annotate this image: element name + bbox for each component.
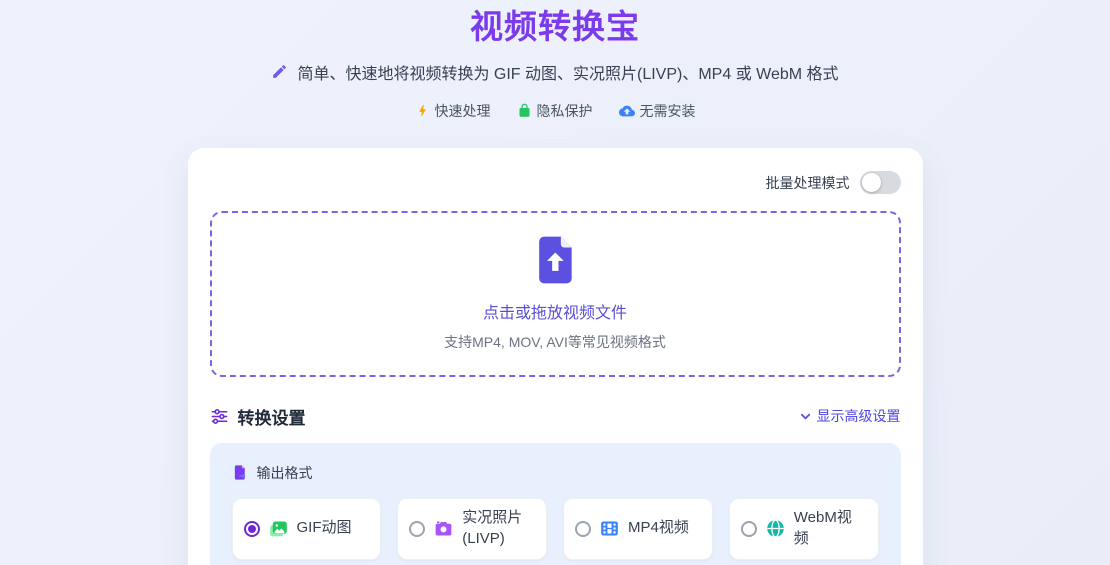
format-option-livp[interactable]: 实况照片 (LIVP) xyxy=(397,497,547,560)
badge-no-install-label: 无需安装 xyxy=(639,102,696,119)
badge-privacy-label: 隐私保护 xyxy=(536,102,593,119)
sliders-icon xyxy=(210,407,229,426)
format-option-mp4[interactable]: MP4视频 xyxy=(563,497,713,560)
format-option-gif[interactable]: GIF动图 xyxy=(231,497,382,560)
file-export-icon xyxy=(232,464,249,481)
badge-privacy: 隐私保护 xyxy=(517,101,593,121)
format-options: GIF动图 实况照片 (LIVP) MP4视频 WebM视频 xyxy=(231,497,879,560)
badge-fast-label: 快速处理 xyxy=(434,102,491,119)
lock-icon xyxy=(517,103,532,118)
batch-mode-row: 批量处理模式 xyxy=(210,170,901,196)
globe-icon xyxy=(765,518,786,539)
file-upload-icon xyxy=(535,235,575,285)
lightning-icon xyxy=(415,103,430,118)
format-label-livp: 实况照片 (LIVP) xyxy=(462,509,523,547)
main-card: 批量处理模式 点击或拖放视频文件 支持MP4, MOV, AVI等常见视频格式 … xyxy=(187,147,923,565)
cloud-upload-icon xyxy=(618,103,635,119)
settings-section-title: 转换设置 xyxy=(237,408,306,428)
dropzone-hint: 支持MP4, MOV, AVI等常见视频格式 xyxy=(444,334,666,351)
dropzone-title: 点击或拖放视频文件 xyxy=(482,305,627,323)
radio-gif[interactable] xyxy=(243,520,260,537)
badge-no-install: 无需安装 xyxy=(618,101,696,121)
image-icon xyxy=(268,518,289,539)
advanced-settings-label: 显示高级设置 xyxy=(816,408,901,425)
output-format-label-row: 输出格式 xyxy=(232,463,879,483)
pencil-icon xyxy=(271,63,288,80)
radio-webm[interactable] xyxy=(740,520,757,537)
chevron-down-icon xyxy=(798,409,813,424)
settings-title-group: 转换设置 xyxy=(210,404,306,429)
toggle-knob xyxy=(861,173,881,193)
camera-icon xyxy=(433,518,454,539)
format-label-webm: WebM视频 xyxy=(793,509,852,547)
film-icon xyxy=(599,518,620,539)
settings-section-header: 转换设置 显示高级设置 xyxy=(210,404,901,429)
batch-mode-toggle[interactable] xyxy=(859,171,901,195)
output-format-panel: 输出格式 GIF动图 实况照片 (LIVP) MP4视频 WebM视频 xyxy=(209,442,901,565)
radio-livp[interactable] xyxy=(409,520,426,537)
output-format-label: 输出格式 xyxy=(256,464,313,481)
page-subtitle: 简单、快速地将视频转换为 GIF 动图、实况照片(LIVP)、MP4 或 Web… xyxy=(297,65,839,83)
radio-mp4[interactable] xyxy=(575,520,591,537)
hero-header: 视频转换宝 简单、快速地将视频转换为 GIF 动图、实况照片(LIVP)、MP4… xyxy=(0,0,1110,121)
format-label-gif: GIF动图 xyxy=(296,519,352,537)
feature-badges: 快速处理 隐私保护 无需安装 xyxy=(0,101,1110,121)
upload-dropzone[interactable]: 点击或拖放视频文件 支持MP4, MOV, AVI等常见视频格式 xyxy=(209,210,901,377)
page-title: 视频转换宝 xyxy=(470,8,640,45)
format-option-webm[interactable]: WebM视频 xyxy=(728,497,879,560)
badge-fast: 快速处理 xyxy=(415,101,491,121)
batch-mode-label: 批量处理模式 xyxy=(765,174,850,191)
format-label-mp4: MP4视频 xyxy=(628,519,689,537)
page-subtitle-row: 简单、快速地将视频转换为 GIF 动图、实况照片(LIVP)、MP4 或 Web… xyxy=(0,60,1110,84)
advanced-settings-toggle[interactable]: 显示高级设置 xyxy=(798,406,901,426)
